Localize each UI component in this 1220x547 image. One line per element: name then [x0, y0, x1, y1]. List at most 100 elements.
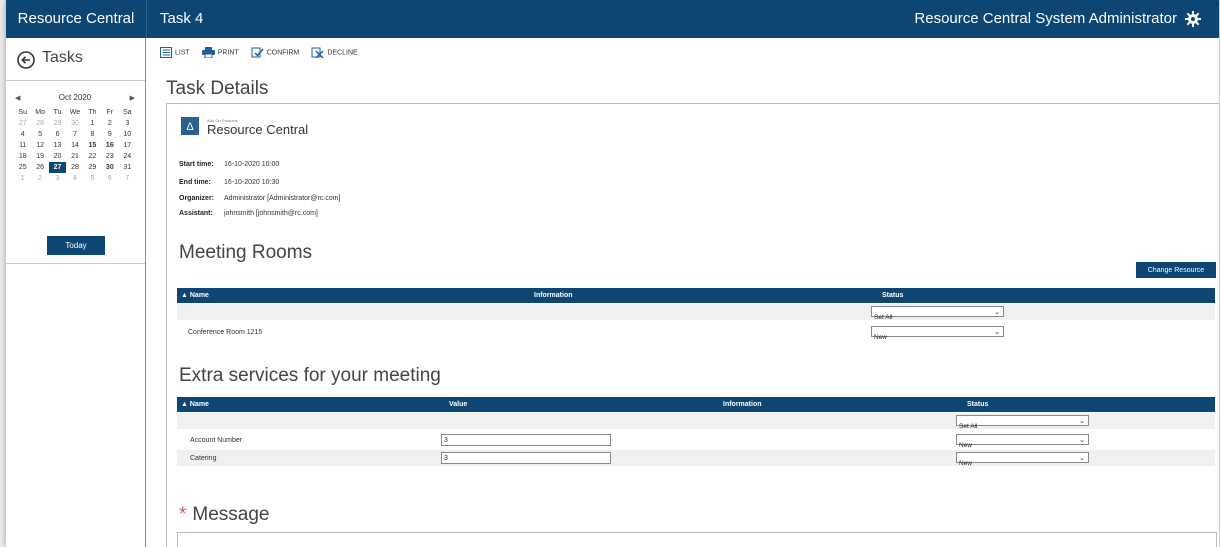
page-title: Task Details [166, 78, 269, 99]
logo-name: Resource Central [207, 122, 309, 137]
rooms-table-header: ▲ Name Information Status [177, 288, 1215, 303]
calendar-day[interactable]: 22 [84, 151, 101, 162]
calendar-day[interactable]: 26 [31, 162, 48, 173]
change-resource-button[interactable]: Change Resource [1136, 262, 1216, 278]
gear-icon[interactable] [1185, 11, 1201, 27]
detail-start: Start time: 16-10-2020 10:00 [179, 161, 280, 168]
confirm-icon [251, 47, 264, 58]
today-button[interactable]: Today [47, 236, 105, 255]
back-arrow-icon[interactable] [17, 51, 35, 69]
message-title: * Message [179, 504, 270, 525]
calendar-nav: ◀ Oct 2020 ▶ [11, 93, 139, 107]
calendar-day[interactable]: 30 [101, 162, 118, 173]
confirm-label: CONFIRM [266, 49, 300, 57]
user-name[interactable]: Resource Central System Administrator [914, 0, 1177, 38]
calendar-day[interactable]: 1 [14, 173, 31, 184]
calendar-day[interactable]: 5 [31, 129, 48, 140]
weekday-label: Th [88, 109, 97, 116]
sidebar-header: Tasks [6, 38, 145, 81]
calendar-day[interactable]: 23 [101, 151, 118, 162]
col-name[interactable]: ▲ Name [181, 401, 209, 408]
calendar-day[interactable]: 27 [48, 162, 67, 173]
calendar-day[interactable]: 19 [31, 151, 48, 162]
calendar-day[interactable]: 7 [66, 129, 83, 140]
weekday-label: Fr [106, 109, 114, 116]
calendar-day[interactable]: 5 [84, 173, 101, 184]
sidebar-title: Tasks [42, 49, 83, 66]
col-information[interactable]: Information [534, 292, 573, 299]
col-value[interactable]: Value [449, 401, 467, 408]
service-status-select[interactable]: New ⌄ [956, 434, 1089, 449]
calendar-day[interactable]: 16 [101, 140, 118, 151]
calendar-day[interactable]: 18 [14, 151, 31, 162]
calendar-day[interactable]: 13 [49, 140, 66, 151]
col-status[interactable]: Status [882, 292, 903, 299]
divider [6, 263, 145, 264]
extra-services-title: Extra services for your meeting [179, 365, 441, 386]
list-icon [160, 47, 172, 58]
calendar-day[interactable]: 3 [119, 118, 136, 129]
chevron-down-icon: ⌄ [994, 309, 1000, 316]
chevron-down-icon: ⌄ [1079, 418, 1085, 425]
calendar-day[interactable]: 11 [14, 140, 31, 151]
calendar-day[interactable]: 7 [119, 173, 136, 184]
logo-icon: Δ [181, 117, 199, 135]
calendar-day[interactable]: 28 [31, 118, 48, 129]
calendar-day[interactable]: 4 [14, 129, 31, 140]
calendar-day[interactable]: 28 [66, 162, 83, 173]
calendar-day[interactable]: 10 [119, 129, 136, 140]
catering-input[interactable]: 3 [441, 452, 611, 464]
col-status[interactable]: Status [967, 401, 988, 408]
room-status-select[interactable]: New ⌄ [871, 326, 1004, 341]
table-row: Catering 3 New ⌄ [177, 450, 1215, 467]
calendar-day[interactable]: 3 [49, 173, 66, 184]
col-name[interactable]: ▲ Name [181, 292, 209, 299]
calendar-day[interactable]: 20 [49, 151, 66, 162]
decline-button[interactable]: DECLINE [311, 47, 358, 59]
chevron-down-icon: ⌄ [1079, 455, 1085, 462]
calendar-day[interactable]: 21 [66, 151, 83, 162]
list-button[interactable]: LIST [160, 47, 190, 58]
calendar-day[interactable]: 6 [101, 173, 118, 184]
confirm-button[interactable]: CONFIRM [251, 47, 300, 58]
calendar-day[interactable]: 12 [31, 140, 48, 151]
calendar-day[interactable]: 27 [14, 118, 31, 129]
service-status-select[interactable]: New ⌄ [956, 452, 1089, 467]
next-month-icon[interactable]: ▶ [130, 94, 135, 102]
calendar-day[interactable]: 6 [49, 129, 66, 140]
set-all-select[interactable]: Set All ⌄ [871, 306, 1004, 321]
calendar-day[interactable]: 24 [119, 151, 136, 162]
calendar-day[interactable]: 29 [49, 118, 66, 129]
brand-link[interactable]: Resource Central [6, 0, 147, 38]
meeting-rooms-title: Meeting Rooms [179, 242, 313, 263]
calendar-day[interactable]: 8 [84, 129, 101, 140]
calendar-day[interactable]: 15 [84, 140, 101, 151]
table-row: Set All ⌄ [177, 413, 1215, 430]
print-button[interactable]: PRINT [201, 47, 239, 59]
calendar-day[interactable]: 17 [119, 140, 136, 151]
calendar-day[interactable]: 4 [66, 173, 83, 184]
calendar-day[interactable]: 31 [119, 162, 136, 173]
chevron-down-icon: ⌄ [994, 329, 1000, 336]
toolbar: LIST PRINT CONFIRM DECLINE [160, 47, 368, 61]
calendar-month: Oct 2020 [58, 93, 92, 102]
calendar-day[interactable]: 1 [84, 118, 101, 129]
detail-organizer: Organizer: Administrator [Administrator@r… [179, 195, 341, 202]
calendar-day[interactable]: 29 [84, 162, 101, 173]
calendar-day[interactable]: 25 [14, 162, 31, 173]
set-all-select[interactable]: Set All ⌄ [956, 415, 1089, 430]
message-textarea[interactable] [177, 532, 1217, 547]
top-bar: Resource Central Task 4 Resource Central… [6, 0, 1219, 38]
calendar-day[interactable]: 14 [66, 140, 83, 151]
detail-end: End time: 16-10-2020 10:30 [179, 179, 280, 186]
col-information[interactable]: Information [723, 401, 762, 408]
calendar-grid: Su Mo Tu We Th Fr Sa 27 28 29 30 1 2 3 4 5 6 7 8 9 10 11 12 13… [14, 107, 136, 184]
calendar-day[interactable]: 30 [66, 118, 83, 129]
calendar-day[interactable]: 2 [31, 173, 48, 184]
services-table-header: ▲ Name Value Information Status [177, 397, 1215, 412]
print-label: PRINT [217, 49, 239, 57]
print-icon [201, 47, 215, 59]
calendar-day[interactable]: 9 [101, 129, 118, 140]
account-number-input[interactable]: 3 [441, 434, 611, 446]
calendar-day[interactable]: 2 [101, 118, 118, 129]
